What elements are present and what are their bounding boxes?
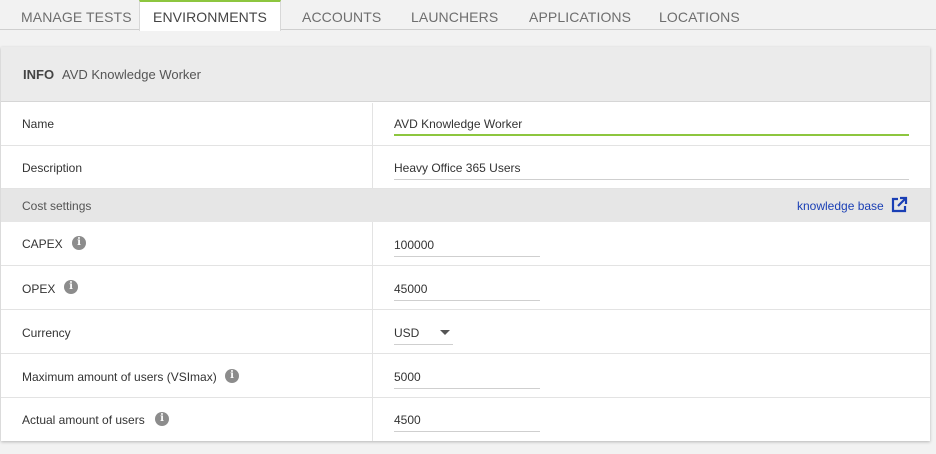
max-users-row: Maximum amount of users (VSImax) i 5000 (1, 354, 930, 398)
column-divider (372, 222, 373, 265)
currency-select[interactable]: USD (394, 326, 419, 340)
external-link-icon[interactable] (890, 196, 908, 214)
opex-row: OPEX i 45000 (1, 266, 930, 310)
info-icon[interactable]: i (155, 412, 169, 426)
description-label: Description (22, 161, 83, 175)
max-users-input-underline (394, 388, 540, 389)
tab-locations[interactable]: LOCATIONS (659, 0, 740, 30)
knowledge-base-link[interactable]: knowledge base (797, 199, 884, 213)
currency-label: Currency (22, 326, 71, 340)
column-divider (372, 266, 373, 309)
chevron-down-icon[interactable] (440, 330, 450, 335)
tab-applications[interactable]: APPLICATIONS (529, 0, 631, 30)
capex-row: CAPEX i 100000 (1, 222, 930, 266)
card-header-subtitle: AVD Knowledge Worker (62, 67, 201, 82)
name-input[interactable]: AVD Knowledge Worker (394, 117, 522, 131)
description-input[interactable]: Heavy Office 365 Users (394, 161, 521, 175)
card-header: INFO AVD Knowledge Worker (1, 47, 930, 102)
actual-users-input-underline (394, 431, 540, 432)
name-row: Name AVD Knowledge Worker (1, 103, 930, 146)
opex-input-underline (394, 300, 540, 301)
column-divider (372, 398, 373, 441)
column-divider (372, 146, 373, 188)
max-users-label: Maximum amount of users (VSImax) (22, 370, 217, 384)
column-divider (372, 310, 373, 353)
info-icon[interactable]: i (225, 369, 239, 383)
info-icon[interactable]: i (72, 236, 86, 250)
column-divider (372, 354, 373, 397)
opex-input[interactable]: 45000 (394, 282, 427, 296)
tab-accounts[interactable]: ACCOUNTS (302, 0, 381, 30)
max-users-input[interactable]: 5000 (394, 370, 421, 384)
actual-users-row: Actual amount of users i 4500 (1, 398, 930, 441)
capex-input-underline (394, 256, 540, 257)
description-row: Description Heavy Office 365 Users (1, 146, 930, 189)
actual-users-label: Actual amount of users (22, 413, 145, 427)
card-header-title: INFO (23, 67, 55, 82)
opex-label: OPEX (22, 282, 56, 296)
capex-label: CAPEX (22, 237, 63, 251)
info-icon[interactable]: i (64, 280, 78, 294)
currency-row: Currency USD (1, 310, 930, 354)
tab-launchers[interactable]: LAUNCHERS (411, 0, 498, 30)
currency-select-underline (394, 344, 453, 345)
environment-info-card: INFO AVD Knowledge Worker Name AVD Knowl… (1, 47, 930, 441)
column-divider (372, 103, 373, 145)
cost-settings-section-header: Cost settings knowledge base (1, 189, 930, 222)
tab-bar: MANAGE TESTS ENVIRONMENTS ACCOUNTS LAUNC… (0, 0, 936, 31)
cost-settings-label: Cost settings (22, 199, 92, 213)
actual-users-input[interactable]: 4500 (394, 413, 421, 427)
name-label: Name (22, 117, 55, 131)
tab-manage-tests[interactable]: MANAGE TESTS (21, 0, 132, 30)
tab-environments[interactable]: ENVIRONMENTS (139, 0, 281, 31)
description-input-underline (394, 179, 909, 180)
name-input-underline (394, 134, 909, 136)
capex-input[interactable]: 100000 (394, 238, 434, 252)
